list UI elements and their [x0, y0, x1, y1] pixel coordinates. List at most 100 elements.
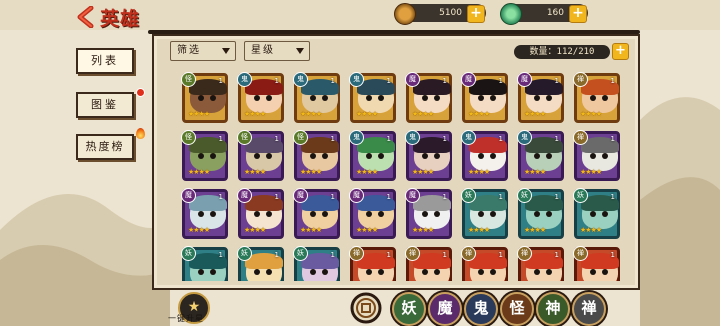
hero-eye: [322, 95, 328, 101]
hero-eye: [378, 211, 384, 217]
faction-tag: 妖: [461, 188, 476, 203]
hero-stars: ★★★★: [524, 110, 546, 118]
hero-card[interactable]: 鬼 1 ★★★★: [349, 72, 396, 123]
hero-stars: ★★★★: [356, 226, 378, 234]
hero-card[interactable]: 妖1★★★★: [181, 246, 228, 281]
hero-eye: [478, 153, 484, 159]
hero-level: 1: [554, 193, 559, 201]
hero-card[interactable]: 禅1★★★★: [573, 130, 620, 181]
hero-stars: ★★★★: [356, 110, 378, 118]
hero-card[interactable]: 妖 1 ★★★★: [461, 188, 508, 239]
hero-card[interactable]: 魔 1 ★★★★: [405, 188, 452, 239]
hero-card[interactable]: 怪 1 ★★★★: [181, 130, 228, 181]
hero-eye: [310, 211, 316, 217]
hero-eye: [590, 95, 596, 101]
hero-card[interactable]: 鬼 1 ★★★★: [405, 130, 452, 181]
hero-card[interactable]: 魔 1 ★★★★: [517, 72, 564, 123]
hero-stars: ★★★★: [244, 226, 266, 234]
tab-codex[interactable]: 图鉴: [76, 92, 134, 118]
faction-tag: 怪: [181, 72, 196, 87]
faction-filter-3[interactable]: 怪: [500, 292, 534, 326]
hero-card[interactable]: 禅1★★★★: [517, 246, 564, 281]
hero-eye: [478, 211, 484, 217]
hero-card[interactable]: 魔 1 ★★★★: [237, 188, 284, 239]
hero-stars: ★★★★: [188, 226, 210, 234]
hero-eye: [378, 95, 384, 101]
jade-icon: [500, 3, 522, 25]
hero-card[interactable]: 鬼 1 ★★★★: [461, 130, 508, 181]
all-factions-button[interactable]: [350, 292, 382, 324]
hero-card[interactable]: 魔 1 ★★★★: [293, 188, 340, 239]
hero-level: 1: [274, 193, 279, 201]
back-arrow-icon[interactable]: [76, 6, 96, 28]
hero-eye: [590, 153, 596, 159]
faction-tag: 鬼: [349, 72, 364, 87]
hero-eye: [534, 269, 540, 275]
expand-capacity-button[interactable]: +: [612, 43, 629, 60]
hero-eye: [210, 153, 216, 159]
faction-filter-0[interactable]: 妖: [392, 292, 426, 326]
star-level-dropdown[interactable]: 星级: [244, 41, 310, 61]
hero-card[interactable]: 魔 1 ★★★★: [461, 72, 508, 123]
hero-eye: [546, 95, 552, 101]
hero-stars: ★★★★: [300, 110, 322, 118]
hero-card[interactable]: 魔 1 ★★★★: [181, 188, 228, 239]
star-up-all-label: 一键升星: [168, 314, 204, 323]
hero-card[interactable]: 禅1★★★★: [573, 72, 620, 123]
tab-popularity-label: 热度榜: [85, 140, 125, 153]
hero-card[interactable]: 鬼 1 ★★★★: [293, 72, 340, 123]
hero-stars: ★★★★: [356, 168, 378, 176]
add-coins-button[interactable]: +: [467, 5, 485, 23]
hero-stars: ★★★★: [468, 226, 490, 234]
hero-card[interactable]: 禅1★★★★: [405, 246, 452, 281]
hero-card[interactable]: 鬼 1 ★★★★: [237, 72, 284, 123]
hero-eye: [254, 95, 260, 101]
hero-eye: [534, 95, 540, 101]
faction-tag: 魔: [181, 188, 196, 203]
faction-filter-5[interactable]: 禅: [572, 292, 606, 326]
hero-card[interactable]: 禅1★★★★: [461, 246, 508, 281]
hero-eye: [198, 269, 204, 275]
hero-card[interactable]: 魔 1 ★★★★: [349, 188, 396, 239]
hero-card[interactable]: 禅1★★★★: [349, 246, 396, 281]
hero-eye: [534, 153, 540, 159]
hero-stars: ★★★★: [412, 226, 434, 234]
hero-eye: [434, 95, 440, 101]
hero-eye: [322, 211, 328, 217]
hero-card[interactable]: 妖1★★★★: [293, 246, 340, 281]
hero-level: 1: [498, 193, 503, 201]
hero-stars: ★★★★: [524, 226, 546, 234]
faction-tag: 怪: [237, 130, 252, 145]
hero-card[interactable]: 鬼 1 ★★★★: [517, 130, 564, 181]
faction-tag: 鬼: [461, 130, 476, 145]
hero-card[interactable]: 禅1★★★★: [573, 246, 620, 281]
faction-filter-4[interactable]: 神: [536, 292, 570, 326]
faction-tag: 魔: [237, 188, 252, 203]
tab-popularity[interactable]: 热度榜: [76, 134, 134, 160]
hero-stars: ★★★★: [412, 110, 434, 118]
hero-card[interactable]: 魔 1 ★★★★: [405, 72, 452, 123]
hero-eye: [434, 211, 440, 217]
hero-eye: [422, 95, 428, 101]
hero-card[interactable]: 妖1★★★★: [573, 188, 620, 239]
hero-card[interactable]: 怪 1 ★★★★: [293, 130, 340, 181]
hero-card[interactable]: 怪 1 ★★★★: [237, 130, 284, 181]
hero-eye: [590, 211, 596, 217]
hero-card[interactable]: 妖1★★★★: [517, 188, 564, 239]
faction-filter-1[interactable]: 魔: [428, 292, 462, 326]
hero-card[interactable]: 妖1★★★★: [237, 246, 284, 281]
hero-card[interactable]: 鬼 1 ★★★★: [349, 130, 396, 181]
faction-tag: 鬼: [293, 72, 308, 87]
faction-tag: 鬼: [237, 72, 252, 87]
hero-level: 1: [610, 77, 615, 85]
hero-eye: [266, 95, 272, 101]
hero-card[interactable]: 怪 1 ★★★★: [181, 72, 228, 123]
filter-dropdown[interactable]: 筛选: [170, 41, 236, 61]
tab-list[interactable]: 列表: [76, 48, 134, 74]
hero-level: 1: [498, 251, 503, 259]
faction-tag: 禅: [573, 72, 588, 87]
add-jade-button[interactable]: +: [569, 5, 587, 23]
faction-filter-2[interactable]: 鬼: [464, 292, 498, 326]
faction-tag: 妖: [181, 246, 196, 261]
faction-tag: 禅: [349, 246, 364, 261]
